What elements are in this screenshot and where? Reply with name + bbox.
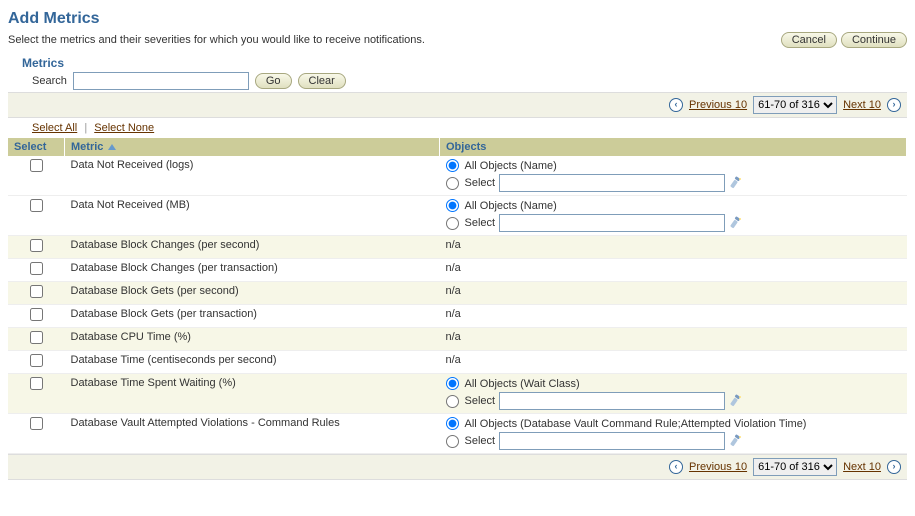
metric-name: Database Block Gets (per second) (65, 282, 440, 305)
row-select-checkbox[interactable] (30, 331, 43, 344)
continue-button[interactable]: Continue (841, 32, 907, 48)
objects-cell: n/a (440, 282, 907, 305)
select-objects-label: Select (465, 217, 496, 229)
column-header-metric-label: Metric (71, 141, 103, 153)
metric-name: Data Not Received (MB) (65, 196, 440, 236)
metrics-table: Select Metric Objects Data Not Received … (8, 138, 907, 454)
objects-cell: All Objects (Name) Select (440, 196, 907, 236)
previous-link[interactable]: Previous 10 (689, 461, 747, 473)
all-objects-radio[interactable] (446, 377, 459, 390)
row-select-checkbox[interactable] (30, 417, 43, 430)
select-objects-input[interactable] (499, 174, 725, 192)
next-link[interactable]: Next 10 (843, 99, 881, 111)
all-objects-radio[interactable] (446, 199, 459, 212)
search-input[interactable] (73, 72, 249, 90)
all-objects-radio[interactable] (446, 159, 459, 172)
metric-name: Database Vault Attempted Violations - Co… (65, 414, 440, 454)
row-select-checkbox[interactable] (30, 199, 43, 212)
select-objects-radio[interactable] (446, 435, 459, 448)
cancel-button[interactable]: Cancel (781, 32, 837, 48)
column-header-metric[interactable]: Metric (65, 138, 440, 156)
pager-bottom: ‹ Previous 10 61-70 of 316 Next 10 › (8, 454, 907, 480)
section-title-metrics: Metrics (22, 56, 907, 70)
table-row: Database Block Changes (per transaction)… (8, 259, 907, 282)
clear-button[interactable]: Clear (298, 73, 346, 89)
objects-cell: n/a (440, 305, 907, 328)
select-objects-radio[interactable] (446, 395, 459, 408)
next-icon[interactable]: › (887, 98, 901, 112)
metric-name: Database Block Changes (per second) (65, 236, 440, 259)
objects-cell: n/a (440, 236, 907, 259)
next-link[interactable]: Next 10 (843, 461, 881, 473)
select-objects-label: Select (465, 395, 496, 407)
row-select-checkbox[interactable] (30, 239, 43, 252)
previous-icon[interactable]: ‹ (669, 98, 683, 112)
flashlight-icon[interactable] (729, 394, 743, 408)
search-label: Search (32, 75, 67, 87)
objects-cell: All Objects (Name) Select (440, 156, 907, 196)
all-objects-label: All Objects (Wait Class) (465, 378, 580, 390)
row-select-checkbox[interactable] (30, 262, 43, 275)
all-objects-label: All Objects (Name) (465, 160, 557, 172)
previous-link[interactable]: Previous 10 (689, 99, 747, 111)
row-select-checkbox[interactable] (30, 377, 43, 390)
range-select-bottom[interactable]: 61-70 of 316 (753, 458, 837, 476)
select-objects-radio[interactable] (446, 177, 459, 190)
table-row: Data Not Received (MB)All Objects (Name)… (8, 196, 907, 236)
select-links-separator: | (80, 122, 91, 134)
table-row: Database Block Gets (per transaction)n/a (8, 305, 907, 328)
column-header-objects: Objects (440, 138, 907, 156)
pager-top: ‹ Previous 10 61-70 of 316 Next 10 › (8, 92, 907, 118)
metric-name: Database Block Changes (per transaction) (65, 259, 440, 282)
flashlight-icon[interactable] (729, 176, 743, 190)
select-all-link[interactable]: Select All (32, 122, 77, 134)
select-objects-input[interactable] (499, 392, 725, 410)
table-row: Database Vault Attempted Violations - Co… (8, 414, 907, 454)
objects-cell: n/a (440, 259, 907, 282)
page-subtitle: Select the metrics and their severities … (8, 34, 425, 46)
objects-cell: n/a (440, 328, 907, 351)
metric-name: Data Not Received (logs) (65, 156, 440, 196)
row-select-checkbox[interactable] (30, 354, 43, 367)
row-select-checkbox[interactable] (30, 159, 43, 172)
table-row: Database Block Changes (per second)n/a (8, 236, 907, 259)
select-objects-radio[interactable] (446, 217, 459, 230)
sort-ascending-icon (108, 144, 116, 150)
flashlight-icon[interactable] (729, 434, 743, 448)
previous-icon[interactable]: ‹ (669, 460, 683, 474)
row-select-checkbox[interactable] (30, 308, 43, 321)
next-icon[interactable]: › (887, 460, 901, 474)
select-objects-input[interactable] (499, 432, 725, 450)
metric-name: Database Block Gets (per transaction) (65, 305, 440, 328)
table-row: Database CPU Time (%)n/a (8, 328, 907, 351)
page-title: Add Metrics (8, 10, 907, 28)
range-select-top[interactable]: 61-70 of 316 (753, 96, 837, 114)
select-objects-label: Select (465, 177, 496, 189)
objects-cell: All Objects (Database Vault Command Rule… (440, 414, 907, 454)
all-objects-label: All Objects (Database Vault Command Rule… (465, 418, 807, 430)
row-select-checkbox[interactable] (30, 285, 43, 298)
table-row: Database Time (centiseconds per second)n… (8, 351, 907, 374)
select-objects-input[interactable] (499, 214, 725, 232)
select-objects-label: Select (465, 435, 496, 447)
table-row: Database Time Spent Waiting (%)All Objec… (8, 374, 907, 414)
table-row: Data Not Received (logs)All Objects (Nam… (8, 156, 907, 196)
column-header-select: Select (8, 138, 65, 156)
metric-name: Database CPU Time (%) (65, 328, 440, 351)
objects-cell: All Objects (Wait Class) Select (440, 374, 907, 414)
metric-name: Database Time Spent Waiting (%) (65, 374, 440, 414)
all-objects-label: All Objects (Name) (465, 200, 557, 212)
all-objects-radio[interactable] (446, 417, 459, 430)
select-none-link[interactable]: Select None (94, 122, 154, 134)
flashlight-icon[interactable] (729, 216, 743, 230)
go-button[interactable]: Go (255, 73, 292, 89)
table-row: Database Block Gets (per second)n/a (8, 282, 907, 305)
metric-name: Database Time (centiseconds per second) (65, 351, 440, 374)
objects-cell: n/a (440, 351, 907, 374)
